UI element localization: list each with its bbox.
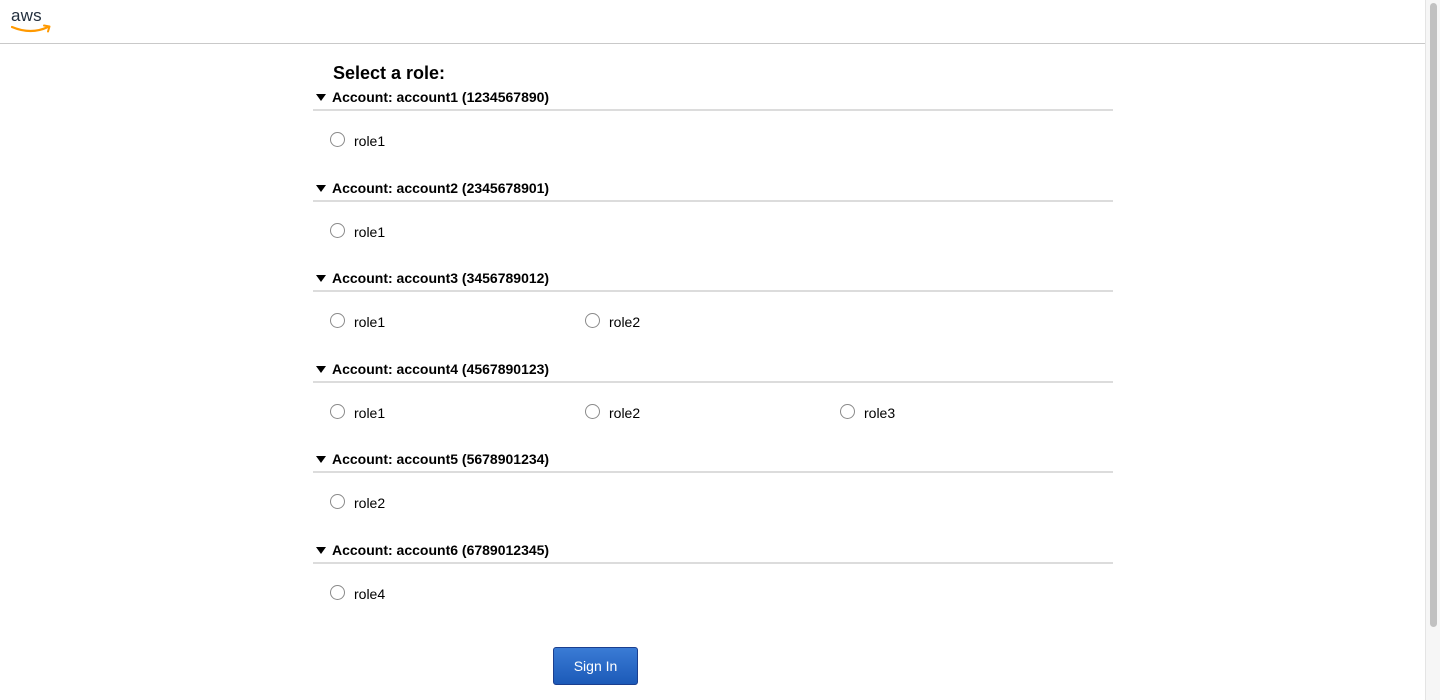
roles-list: role2 xyxy=(313,473,1113,538)
scrollbar-thumb[interactable] xyxy=(1430,3,1437,627)
account-section: Account: account6 (6789012345) role4 xyxy=(313,539,1113,630)
role-option[interactable]: role2 xyxy=(585,403,815,423)
accounts-list: Account: account1 (1234567890) role1 Accou… xyxy=(313,86,1113,630)
account-name: Account: account6 (6789012345) xyxy=(332,541,550,558)
account-section: Account: account5 (5678901234) role2 xyxy=(313,448,1113,539)
role-label: role2 xyxy=(609,314,641,331)
role-label: role2 xyxy=(354,495,386,512)
role-label: role1 xyxy=(354,223,386,240)
account-header[interactable]: Account: account5 (5678901234) xyxy=(313,448,1113,474)
account-section: Account: account3 (3456789012) role1 role2 xyxy=(313,267,1113,358)
account-header[interactable]: Account: account4 (4567890123) xyxy=(313,358,1113,383)
account-header[interactable]: Account: account3 (3456789012) xyxy=(313,267,1113,293)
account-name: Account: account2 (2345678901) xyxy=(332,179,550,196)
role-radio-button[interactable] xyxy=(330,584,345,600)
role-selection-form: Select a role: Account: account1 (123456… xyxy=(313,60,1113,630)
logo-text: aws xyxy=(11,6,42,25)
roles-list: role4 xyxy=(313,564,1113,629)
smile-arrow-icon xyxy=(11,24,51,33)
role-radio-button[interactable] xyxy=(330,403,345,419)
role-label: role4 xyxy=(354,585,386,602)
role-option[interactable]: role1 xyxy=(330,312,560,332)
caret-down-icon[interactable] xyxy=(316,456,326,464)
sign-in-button[interactable]: Sign In xyxy=(553,647,638,685)
role-radio-button[interactable] xyxy=(585,313,600,329)
account-name: Account: account3 (3456789012) xyxy=(332,270,550,287)
aws-logo[interactable]: aws xyxy=(11,7,55,37)
role-option[interactable]: role2 xyxy=(585,312,815,332)
role-radio-button[interactable] xyxy=(330,222,345,238)
account-section: Account: account4 (4567890123) role1 role2… xyxy=(313,358,1113,449)
role-option[interactable]: role3 xyxy=(840,403,1070,423)
account-section: Account: account2 (2345678901) role1 xyxy=(313,177,1113,268)
roles-list: role1 xyxy=(313,111,1113,176)
account-header[interactable]: Account: account2 (2345678901) xyxy=(313,177,1113,202)
role-option[interactable]: role1 xyxy=(330,131,560,151)
account-name: Account: account5 (5678901234) xyxy=(332,451,550,468)
roles-list: role1 role2 xyxy=(313,292,1113,357)
caret-down-icon[interactable] xyxy=(316,546,326,554)
roles-list: role1 role2 role3 xyxy=(313,383,1113,448)
account-header[interactable]: Account: account1 (1234567890) xyxy=(313,86,1113,111)
account-section: Account: account1 (1234567890) role1 xyxy=(313,86,1113,177)
caret-down-icon[interactable] xyxy=(316,275,326,283)
role-option[interactable]: role1 xyxy=(330,403,560,423)
role-option[interactable]: role4 xyxy=(330,584,560,604)
role-option[interactable]: role1 xyxy=(330,222,560,242)
page-title: Select a role: xyxy=(333,63,446,83)
role-label: role2 xyxy=(609,404,641,421)
caret-down-icon[interactable] xyxy=(316,184,326,192)
role-radio-button[interactable] xyxy=(840,403,855,419)
role-radio-button[interactable] xyxy=(330,494,345,510)
role-radio-button[interactable] xyxy=(330,313,345,329)
role-label: role3 xyxy=(864,404,896,421)
caret-down-icon[interactable] xyxy=(316,94,326,101)
role-label: role1 xyxy=(354,314,386,331)
role-radio-button[interactable] xyxy=(330,132,345,147)
role-label: role1 xyxy=(354,133,386,149)
account-name: Account: account1 (1234567890) xyxy=(332,89,550,105)
account-header[interactable]: Account: account6 (6789012345) xyxy=(313,539,1113,564)
top-bar: aws xyxy=(0,0,1425,44)
role-label: role1 xyxy=(354,404,386,421)
role-option[interactable]: role2 xyxy=(330,493,560,513)
role-radio-button[interactable] xyxy=(585,403,600,419)
roles-list: role1 xyxy=(313,202,1113,267)
caret-down-icon[interactable] xyxy=(316,365,326,373)
account-name: Account: account4 (4567890123) xyxy=(332,360,550,377)
vertical-scrollbar[interactable] xyxy=(1425,0,1440,700)
